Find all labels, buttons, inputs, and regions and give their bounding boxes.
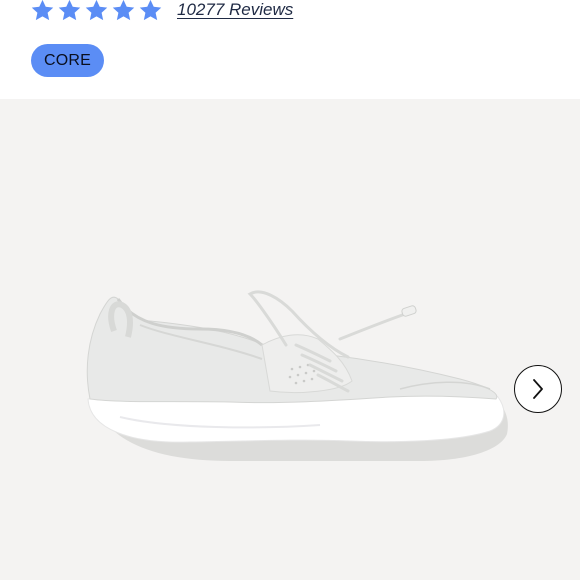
sneaker-image — [86, 290, 508, 461]
star-icon — [58, 0, 81, 20]
star-icon — [112, 0, 135, 20]
star-icon — [85, 0, 108, 20]
chevron-right-icon — [533, 379, 543, 399]
next-image-button[interactable] — [514, 365, 562, 413]
core-badge: CORE — [31, 44, 105, 77]
reviews-link[interactable]: 10277 Reviews — [177, 0, 293, 20]
star-rating — [30, 0, 163, 23]
product-image[interactable] — [0, 99, 580, 580]
rating-row: 10277 Reviews — [30, 0, 293, 24]
star-icon — [31, 0, 54, 20]
product-page: 10277 Reviews CORE — [0, 0, 580, 580]
star-icon — [139, 0, 162, 20]
